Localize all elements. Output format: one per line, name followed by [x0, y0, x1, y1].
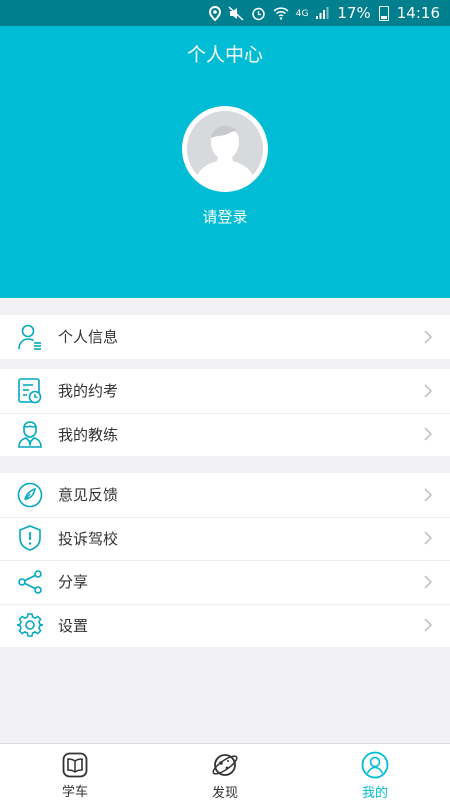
menu-label: 我的教练 [58, 425, 119, 444]
share-icon [16, 568, 44, 596]
menu-item-feedback[interactable]: 意见反馈 [0, 473, 450, 517]
battery-percent: 17% [337, 4, 371, 22]
avatar[interactable] [182, 106, 268, 192]
chevron-right-icon [418, 615, 438, 635]
menu-item-complaint[interactable]: 投诉驾校 [0, 516, 450, 561]
menu-item-exam-appointment[interactable]: 我的约考 [0, 369, 450, 413]
chevron-right-icon [418, 528, 438, 548]
page-title: 个人中心 [186, 44, 263, 66]
bottom-tab-bar: 学车 发现 我的 [0, 743, 450, 800]
status-icons: 4G [208, 5, 330, 21]
menu-label: 我的约考 [58, 382, 119, 401]
location-icon [208, 5, 221, 21]
tab-learn-driving[interactable]: 学车 [0, 744, 150, 800]
mute-icon [228, 5, 244, 21]
exam-appointment-icon [16, 377, 44, 405]
chevron-right-icon [418, 327, 438, 347]
profile-header: 个人中心 请登录 [0, 26, 450, 298]
chevron-right-icon [418, 485, 438, 505]
coach-icon [16, 420, 44, 449]
menu-label: 分享 [58, 573, 89, 592]
network-type: 4G [295, 8, 309, 19]
user-icon [361, 751, 389, 779]
menu-item-personal-info[interactable]: 个人信息 [0, 315, 450, 359]
book-icon [61, 751, 89, 778]
tab-me[interactable]: 我的 [300, 744, 450, 800]
tab-label: 学车 [61, 785, 88, 800]
menu-item-my-coach[interactable]: 我的教练 [0, 412, 450, 457]
menu-item-settings[interactable]: 设置 [0, 603, 450, 648]
clock: 14:16 [396, 4, 440, 22]
chevron-right-icon [418, 381, 438, 401]
planet-icon [211, 751, 239, 779]
complaint-icon [16, 524, 44, 552]
tab-label: 我的 [361, 786, 388, 800]
alarm-icon [251, 7, 265, 20]
default-avatar-icon [187, 111, 263, 187]
menu-group-personal: 个人信息 [0, 315, 450, 359]
battery-icon [378, 5, 389, 21]
login-link[interactable]: 请登录 [0, 206, 450, 227]
tab-label: 发现 [211, 786, 238, 800]
feedback-icon [16, 481, 44, 509]
user-info-icon [16, 323, 44, 351]
menu-group-learning: 我的约考 我的教练 [0, 369, 450, 456]
menu-label: 意见反馈 [58, 486, 119, 505]
signal-icon [316, 7, 329, 19]
chevron-right-icon [418, 424, 438, 444]
status-bar: 4G 17% 14:16 [0, 0, 450, 26]
chevron-right-icon [418, 572, 438, 592]
menu-label: 个人信息 [58, 328, 119, 347]
menu-group-misc: 意见反馈 投诉驾校 分享 设置 [0, 473, 450, 647]
menu-label: 投诉驾校 [58, 529, 119, 548]
menu-label: 设置 [58, 616, 89, 635]
wifi-icon [273, 7, 289, 20]
settings-icon [16, 611, 44, 639]
tab-discover[interactable]: 发现 [150, 744, 300, 800]
menu-item-share[interactable]: 分享 [0, 560, 450, 604]
